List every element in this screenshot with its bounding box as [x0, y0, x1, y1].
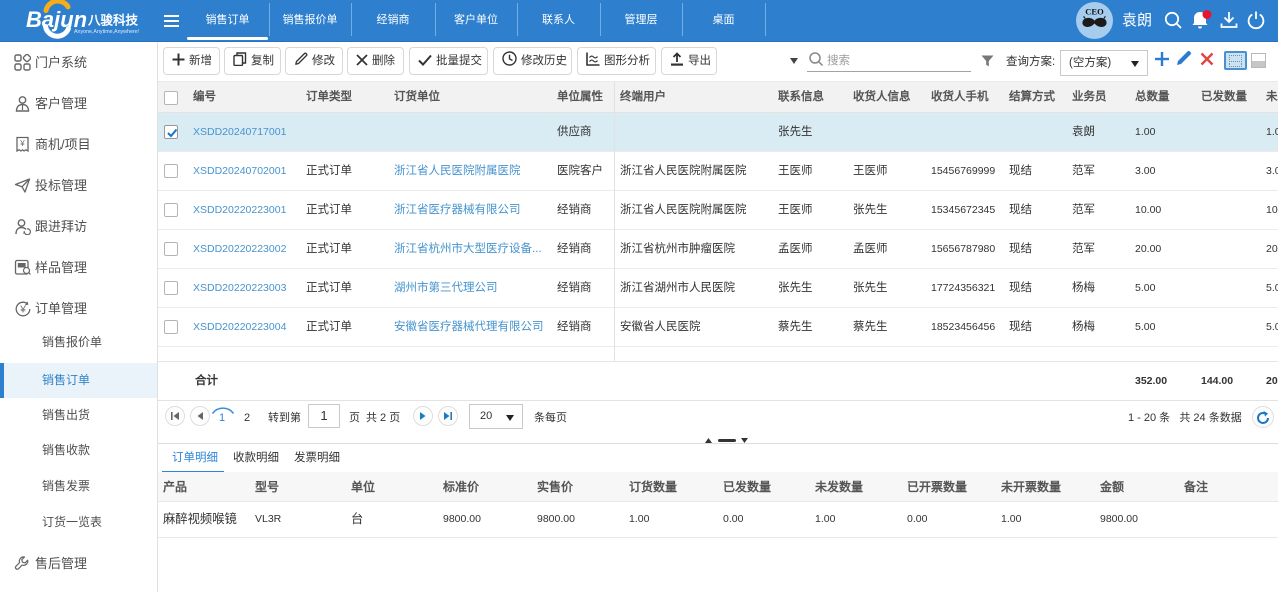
svg-text:Anyone,Anytime,Anywhere!: Anyone,Anytime,Anywhere!	[74, 29, 139, 35]
svg-text:八骏科技: 八骏科技	[87, 13, 139, 28]
svg-text:¥: ¥	[19, 305, 26, 316]
svg-text:CEO: CEO	[1085, 7, 1104, 17]
svg-text:¥: ¥	[19, 139, 25, 148]
